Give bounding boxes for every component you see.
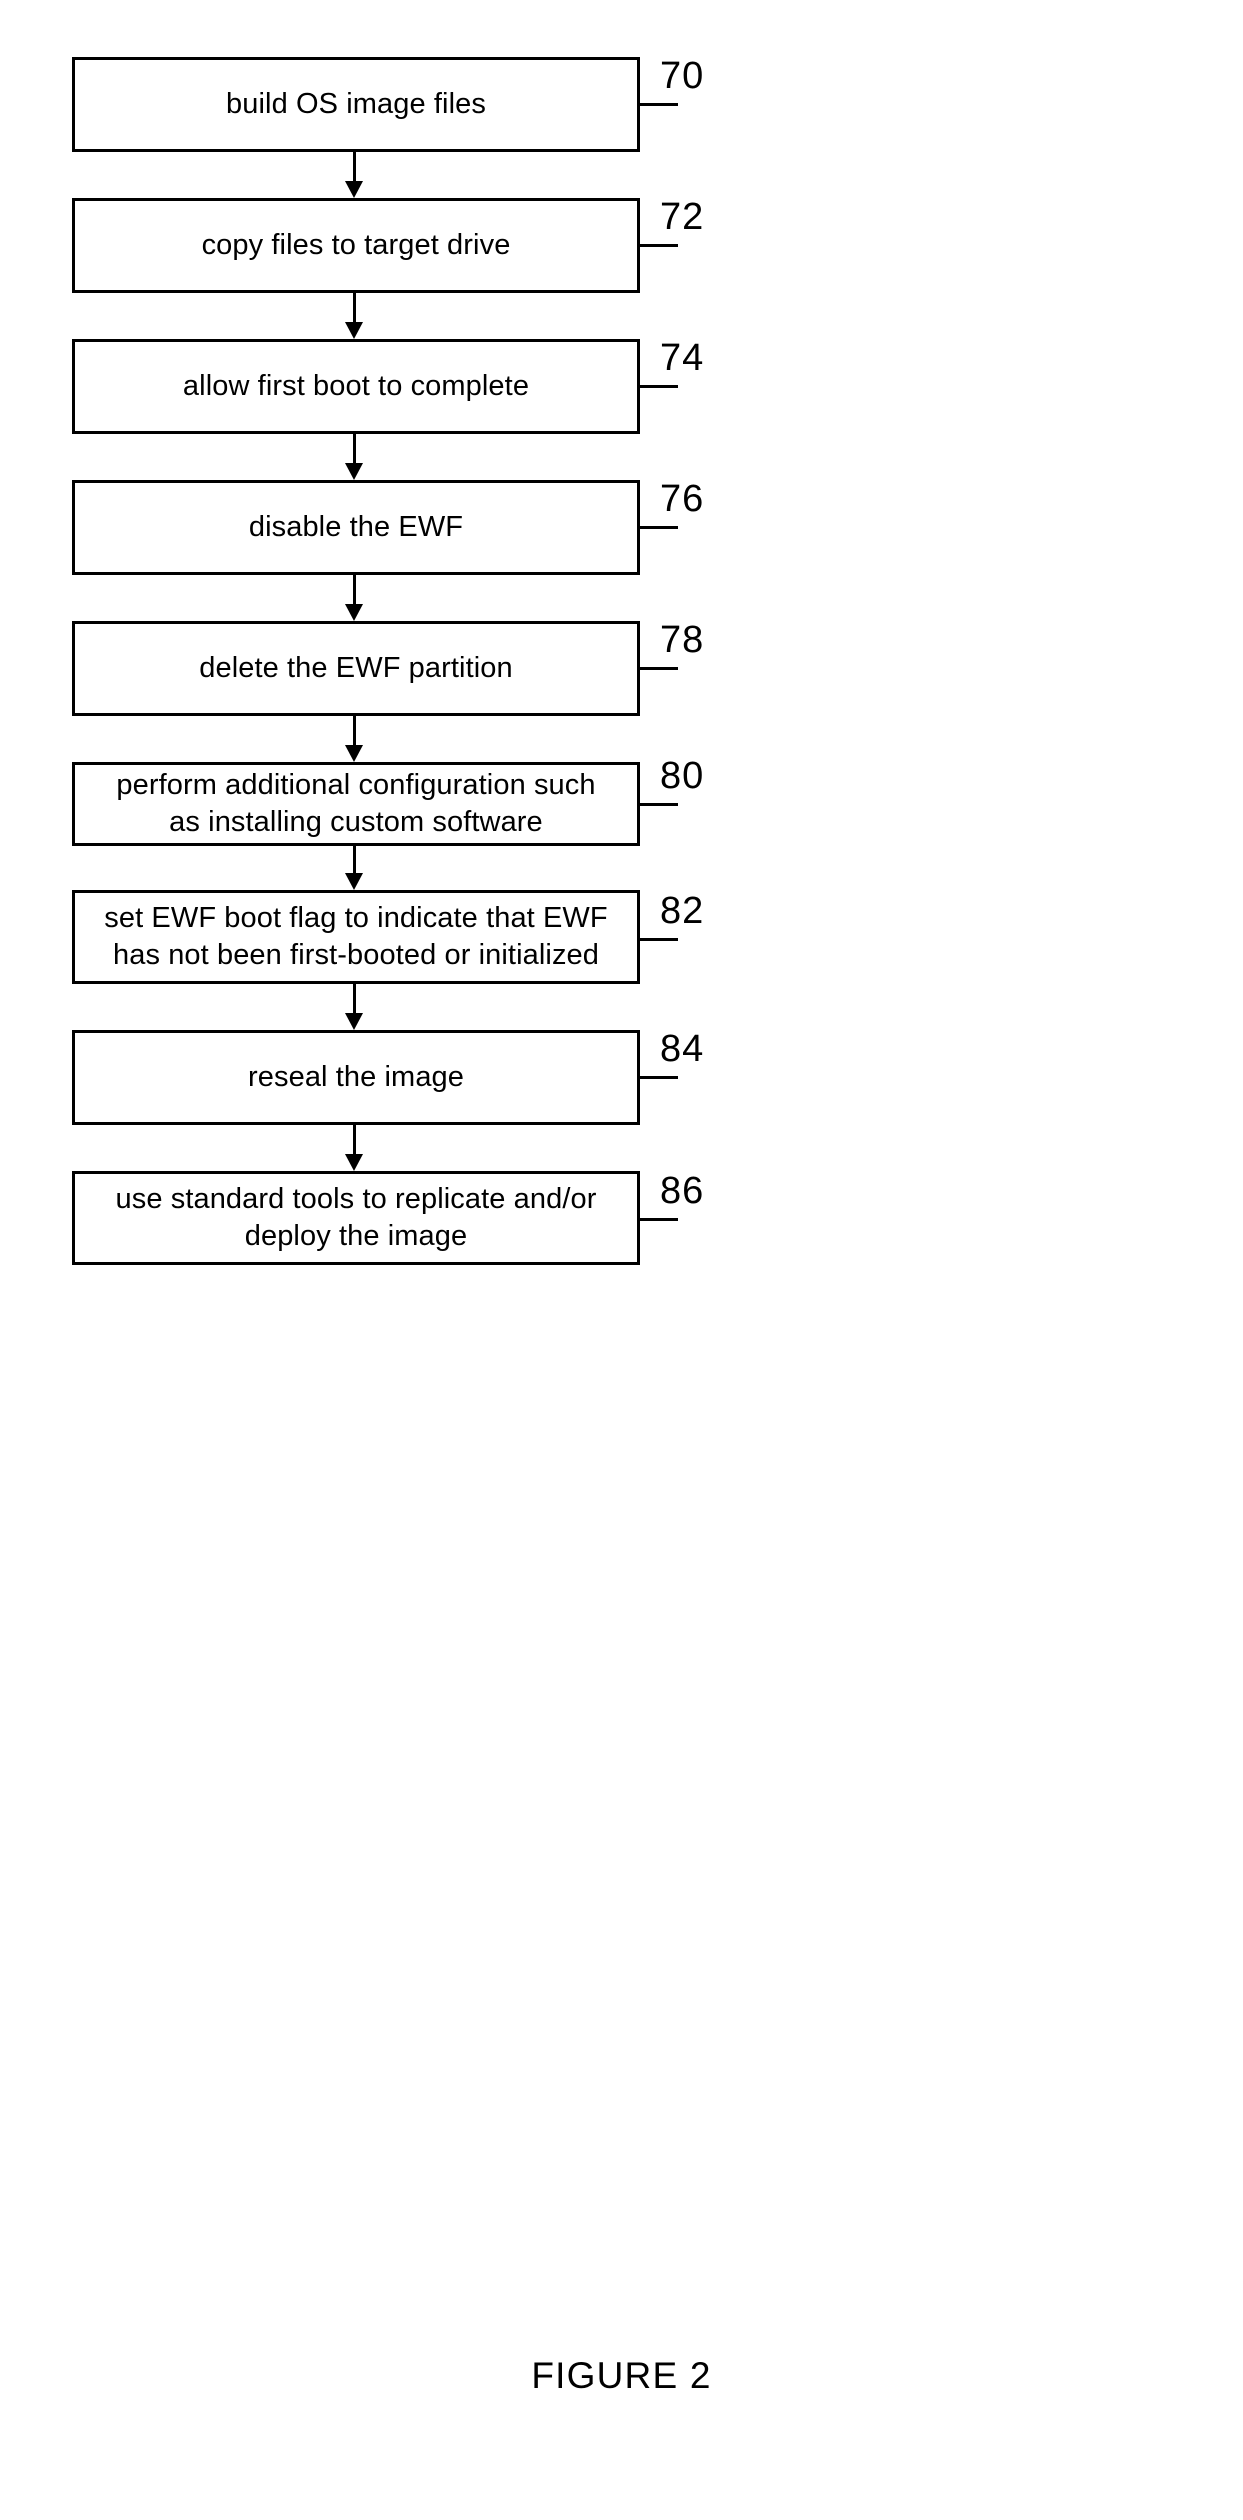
reference-numeral-80: 80 bbox=[660, 755, 705, 797]
connector-76-to-78 bbox=[345, 575, 363, 621]
flow-node-78-label: delete the EWF partition bbox=[199, 651, 513, 684]
flow-node-72: copy files to target drive bbox=[72, 198, 640, 293]
flow-node-70-label: build OS image files bbox=[226, 87, 486, 120]
flow-node-78: delete the EWF partition bbox=[72, 621, 640, 716]
reference-numeral-82: 82 bbox=[660, 890, 705, 932]
flow-node-82: set EWF boot flag to indicate that EWF h… bbox=[72, 890, 640, 984]
flow-node-82-label: set EWF boot flag to indicate that EWF h… bbox=[104, 901, 608, 971]
connector-70-to-72 bbox=[345, 152, 363, 198]
leader-line-78 bbox=[640, 667, 678, 670]
leader-line-82 bbox=[640, 938, 678, 941]
connector-82-to-84 bbox=[345, 984, 363, 1030]
leader-line-74 bbox=[640, 385, 678, 388]
reference-numeral-72: 72 bbox=[660, 196, 705, 238]
figure-caption: FIGURE 2 bbox=[531, 2355, 712, 2396]
flow-node-72-label: copy files to target drive bbox=[201, 228, 511, 261]
connector-72-to-74 bbox=[345, 293, 363, 339]
leader-line-84 bbox=[640, 1076, 678, 1079]
flow-node-86: use standard tools to replicate and/or d… bbox=[72, 1171, 640, 1265]
flow-node-80-label: perform additional configuration such as… bbox=[116, 768, 596, 838]
flow-node-74: allow first boot to complete bbox=[72, 339, 640, 434]
reference-numeral-70: 70 bbox=[660, 55, 705, 97]
flow-node-80: perform additional configuration such as… bbox=[72, 762, 640, 846]
reference-numeral-78: 78 bbox=[660, 619, 705, 661]
leader-line-86 bbox=[640, 1218, 678, 1221]
leader-line-70 bbox=[640, 103, 678, 106]
figure-page: build OS image files 70 copy files to ta… bbox=[0, 0, 1243, 2520]
connector-74-to-76 bbox=[345, 434, 363, 480]
flow-node-76: disable the EWF bbox=[72, 480, 640, 575]
flow-node-70: build OS image files bbox=[72, 57, 640, 152]
reference-numeral-84: 84 bbox=[660, 1028, 705, 1070]
flow-node-76-label: disable the EWF bbox=[248, 510, 464, 543]
leader-line-72 bbox=[640, 244, 678, 247]
flow-node-84: reseal the image bbox=[72, 1030, 640, 1125]
connector-80-to-82 bbox=[345, 846, 363, 890]
connector-78-to-80 bbox=[345, 716, 363, 762]
reference-numeral-86: 86 bbox=[660, 1170, 705, 1212]
flow-node-86-label: use standard tools to replicate and/or d… bbox=[115, 1182, 597, 1252]
connector-84-to-86 bbox=[345, 1125, 363, 1171]
leader-line-76 bbox=[640, 526, 678, 529]
reference-numeral-76: 76 bbox=[660, 478, 705, 520]
flow-node-74-label: allow first boot to complete bbox=[182, 369, 530, 402]
flow-node-84-label: reseal the image bbox=[248, 1060, 464, 1093]
reference-numeral-74: 74 bbox=[660, 337, 705, 379]
leader-line-80 bbox=[640, 803, 678, 806]
